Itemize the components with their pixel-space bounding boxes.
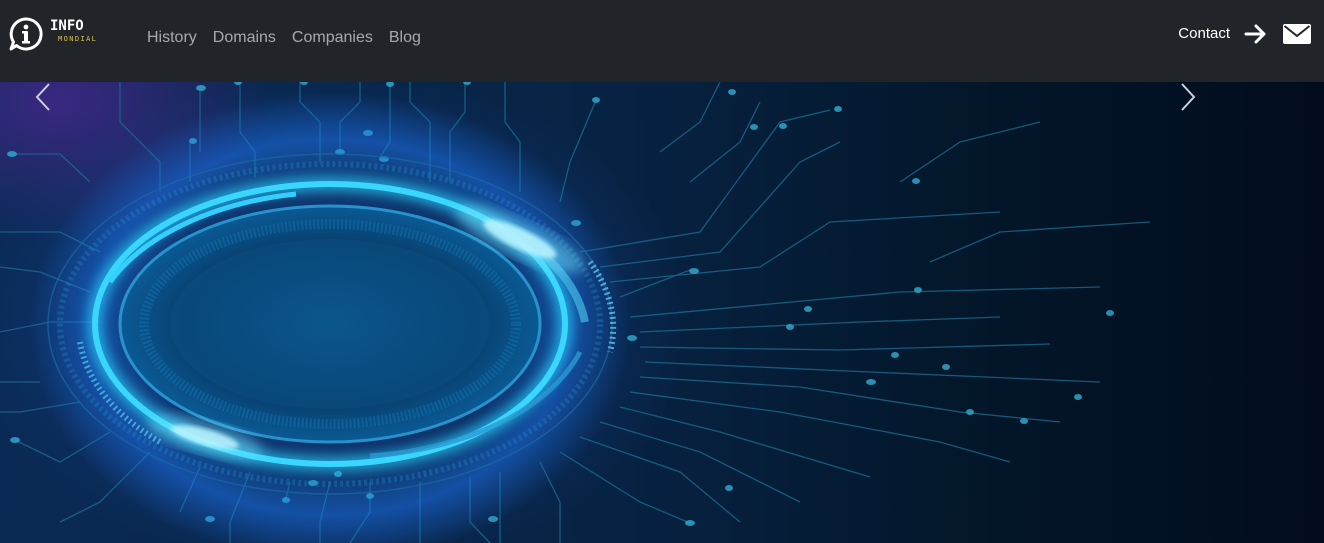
circuit-ring-illustration <box>0 82 1151 543</box>
contact-link[interactable]: Contact <box>1178 21 1230 47</box>
brand-title: INFO <box>50 18 84 34</box>
carousel-next-button[interactable] <box>1178 82 1268 543</box>
nav-link-companies[interactable]: Companies <box>292 27 373 49</box>
navbar: INFO MONDIAL History Domains Companies B… <box>0 0 1324 82</box>
carousel-prev-button[interactable] <box>33 82 123 543</box>
nav-link-domains[interactable]: Domains <box>213 27 276 49</box>
brand-subtitle: MONDIAL <box>58 35 98 43</box>
envelope-icon[interactable] <box>1282 21 1312 47</box>
brand-logo[interactable]: INFO MONDIAL <box>8 16 97 57</box>
nav-link-history[interactable]: History <box>147 27 197 49</box>
hero-carousel <box>0 82 1324 543</box>
nav-link-blog[interactable]: Blog <box>389 27 421 49</box>
arrow-right-icon[interactable] <box>1244 21 1268 47</box>
main-nav: History Domains Companies Blog <box>147 27 421 49</box>
header-actions: Contact <box>1178 21 1312 47</box>
info-chat-bubble-icon <box>8 16 44 57</box>
